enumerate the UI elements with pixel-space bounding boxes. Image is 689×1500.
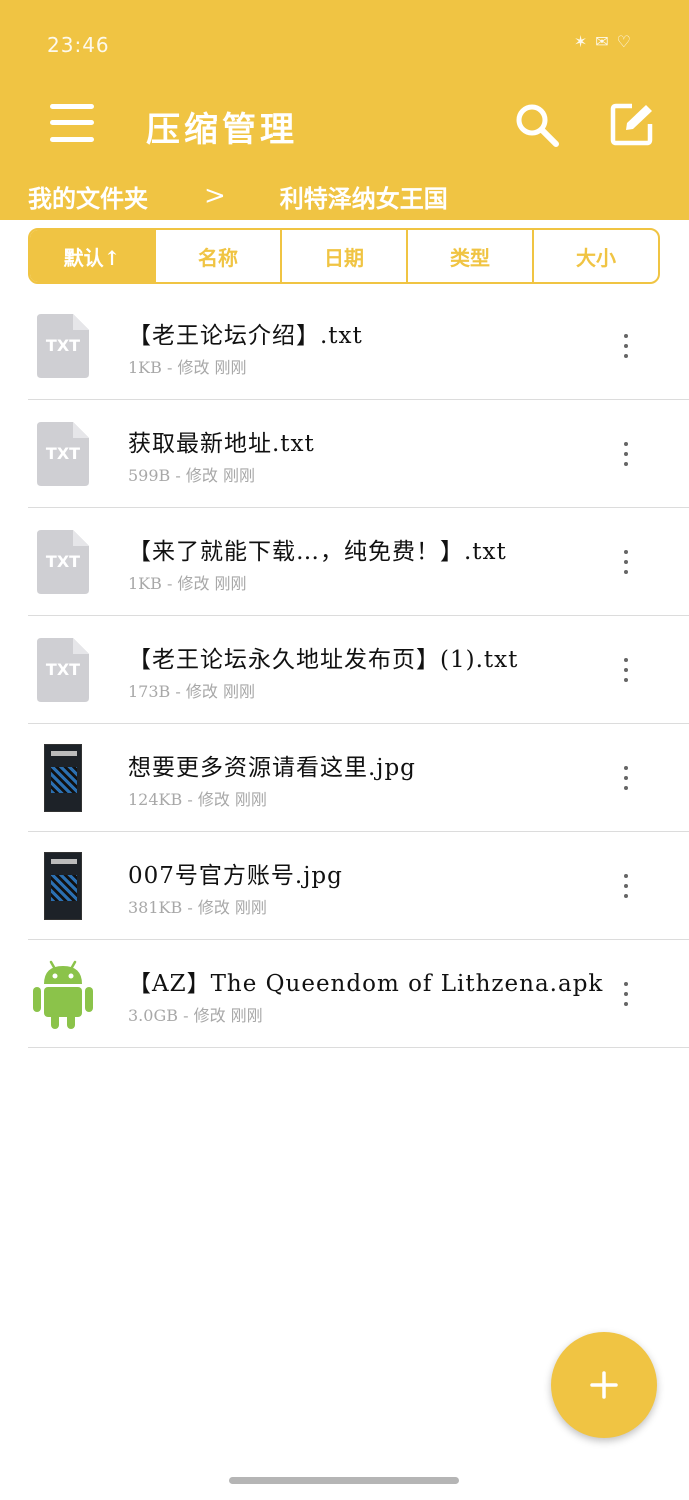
add-button[interactable]: [551, 1332, 657, 1438]
file-list: TXT 【老王论坛介绍】.txt 1KB - 修改 刚刚 TXT 获取最新地址.…: [0, 292, 689, 1048]
status-time: 23:46: [47, 33, 110, 57]
notification-icon: ✉: [595, 32, 609, 51]
file-row[interactable]: TXT 【老王论坛永久地址发布页】(1).txt 173B - 修改 刚刚: [0, 616, 689, 724]
menu-icon[interactable]: [50, 102, 94, 144]
more-options-icon[interactable]: [614, 764, 638, 792]
sort-tab-size[interactable]: 大小: [532, 230, 658, 282]
file-name: 【老王论坛介绍】.txt: [128, 323, 363, 349]
file-meta: 1KB - 修改 刚刚: [128, 574, 247, 593]
file-type-label: TXT: [45, 336, 81, 355]
file-row[interactable]: 【AZ】The Queendom of Lithzena.apk 3.0GB -…: [0, 940, 689, 1048]
more-options-icon[interactable]: [614, 332, 638, 360]
file-type-label: TXT: [45, 660, 81, 679]
file-meta: 381KB - 修改 刚刚: [128, 898, 267, 917]
file-meta: 124KB - 修改 刚刚: [128, 790, 267, 809]
more-options-icon[interactable]: [614, 656, 638, 684]
breadcrumb-separator: >: [204, 181, 226, 211]
more-options-icon[interactable]: [614, 872, 638, 900]
home-indicator[interactable]: [229, 1477, 459, 1484]
breadcrumb-current[interactable]: 利特泽纳女王国: [280, 179, 448, 214]
sort-bar: 默认↑ 名称 日期 类型 大小: [28, 228, 660, 284]
plus-icon: [590, 1371, 618, 1399]
signal-icon: ✶: [573, 32, 588, 51]
edit-icon[interactable]: [610, 102, 654, 146]
file-name: 007号官方账号.jpg: [128, 863, 343, 889]
file-row[interactable]: TXT 获取最新地址.txt 599B - 修改 刚刚: [0, 400, 689, 508]
search-icon[interactable]: [514, 102, 560, 148]
status-icons: ✶ ✉ ♡: [574, 32, 631, 51]
file-name: 【AZ】The Queendom of Lithzena.apk: [128, 971, 604, 997]
file-meta: 3.0GB - 修改 刚刚: [128, 1006, 263, 1025]
image-thumbnail: [44, 852, 82, 920]
txt-file-icon: TXT: [37, 314, 89, 378]
breadcrumb-root[interactable]: 我的文件夹: [28, 179, 148, 214]
page-title: 压缩管理: [146, 110, 298, 150]
txt-file-icon: TXT: [37, 638, 89, 702]
battery-icon: ♡: [616, 32, 631, 51]
file-row[interactable]: 想要更多资源请看这里.jpg 124KB - 修改 刚刚: [0, 724, 689, 832]
sort-tab-date[interactable]: 日期: [280, 230, 406, 282]
file-name: 【来了就能下载…，纯免费！】.txt: [128, 539, 507, 565]
more-options-icon[interactable]: [614, 548, 638, 576]
file-name: 想要更多资源请看这里.jpg: [128, 755, 416, 781]
file-name: 【老王论坛永久地址发布页】(1).txt: [128, 647, 519, 673]
image-thumbnail: [44, 744, 82, 812]
more-options-icon[interactable]: [614, 980, 638, 1008]
sort-tab-default[interactable]: 默认↑: [30, 230, 154, 282]
file-type-label: TXT: [45, 444, 81, 463]
more-options-icon[interactable]: [614, 440, 638, 468]
file-row[interactable]: 007号官方账号.jpg 381KB - 修改 刚刚: [0, 832, 689, 940]
txt-file-icon: TXT: [37, 422, 89, 486]
breadcrumb: 我的文件夹 > 利特泽纳女王国: [28, 176, 448, 216]
app-header: 23:46 ✶ ✉ ♡ 压缩管理 我的文件夹 > 利特泽纳女王国: [0, 0, 689, 220]
file-name: 获取最新地址.txt: [128, 431, 315, 457]
sort-tab-type[interactable]: 类型: [406, 230, 532, 282]
sort-tab-name[interactable]: 名称: [154, 230, 280, 282]
txt-file-icon: TXT: [37, 530, 89, 594]
file-meta: 173B - 修改 刚刚: [128, 682, 255, 701]
file-meta: 599B - 修改 刚刚: [128, 466, 255, 485]
file-type-label: TXT: [45, 552, 81, 571]
file-meta: 1KB - 修改 刚刚: [128, 358, 247, 377]
divider: [28, 1047, 689, 1048]
file-row[interactable]: TXT 【老王论坛介绍】.txt 1KB - 修改 刚刚: [0, 292, 689, 400]
android-icon: [33, 960, 93, 1029]
file-row[interactable]: TXT 【来了就能下载…，纯免费！】.txt 1KB - 修改 刚刚: [0, 508, 689, 616]
